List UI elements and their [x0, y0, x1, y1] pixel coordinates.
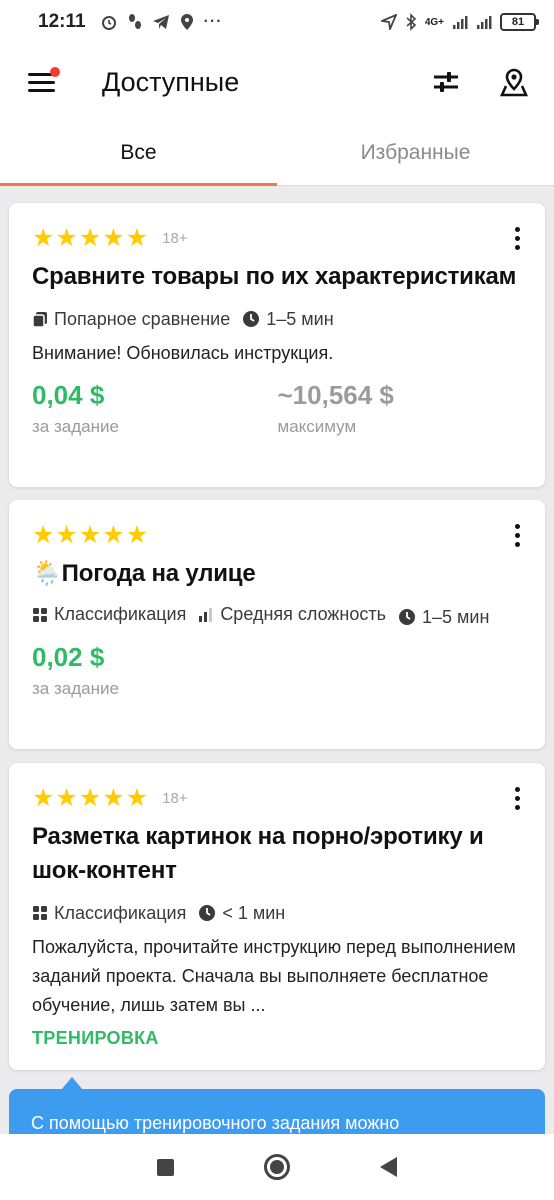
status-time: 12:11 — [38, 11, 86, 32]
task-duration: 1–5 мин — [266, 308, 334, 329]
grid-icon — [33, 906, 47, 920]
back-button[interactable] — [380, 1157, 397, 1177]
task-title: Разметка картинок на порно/эротику и шок… — [32, 823, 484, 884]
tab-all[interactable]: Все — [0, 120, 277, 186]
grid-icon — [33, 607, 47, 622]
task-type: Классификация — [54, 902, 187, 923]
star-icon: ★ — [32, 783, 55, 812]
task-price: 0,04 $ — [32, 380, 105, 410]
task-description: Пожалуйста, прочитайте инструкцию перед … — [32, 937, 516, 1015]
more-icon: ··· — [203, 13, 223, 30]
bluetooth-icon — [406, 13, 416, 31]
telegram-icon — [152, 15, 169, 29]
task-title: Сравните товары по их характеристикам — [32, 263, 517, 290]
price-label: за задание — [32, 417, 119, 436]
task-duration: < 1 мин — [222, 902, 286, 923]
task-title: 🌦️Погода на улице — [32, 560, 256, 587]
task-type: Попарное сравнение — [54, 308, 231, 329]
task-card[interactable]: ★ ★ ★ ★ ★ 18+ Разметка картинок на порно/эро… — [9, 763, 545, 1070]
tooltip-banner[interactable]: С помощью тренировочного задания можно — [9, 1089, 545, 1134]
training-badge: ТРЕНИРОВКА — [32, 1028, 159, 1048]
page-title: Доступные — [102, 66, 240, 97]
star-icon: ★ — [55, 223, 78, 252]
system-nav-bar — [0, 1134, 554, 1200]
signal-icon — [453, 16, 468, 29]
steps-icon — [128, 14, 141, 29]
clock-icon — [399, 609, 416, 625]
star-icon: ★ — [78, 520, 102, 549]
star-icon: ★ — [55, 520, 78, 549]
task-card[interactable]: ★ ★ ★ ★ ★ 18+ Сравните товары по их характер… — [9, 203, 545, 487]
max-price: ~10,564 $ — [277, 380, 394, 410]
star-icon: ★ — [78, 783, 102, 812]
star-icon: ★ — [78, 223, 102, 252]
task-card[interactable]: ★ ★ ★ ★ ★ 🌦️Погода на улице Классификация Ср… — [9, 500, 545, 749]
star-icon: ★ — [102, 520, 125, 549]
map-button[interactable] — [492, 60, 536, 104]
age-badge: 18+ — [162, 789, 188, 807]
recents-button[interactable] — [157, 1158, 174, 1176]
task-type: Классификация — [54, 604, 187, 624]
rating-stars: ★ ★ ★ ★ ★ — [32, 783, 149, 812]
app-bar: Доступные — [0, 44, 554, 120]
star-icon: ★ — [125, 520, 149, 549]
rating-stars: ★ ★ ★ ★ ★ — [32, 223, 149, 252]
clock-icon — [243, 311, 260, 327]
star-icon: ★ — [32, 223, 55, 252]
location-icon — [180, 14, 193, 30]
tabs: Все Избранные — [0, 120, 554, 186]
star-icon: ★ — [55, 783, 78, 812]
more-options-button[interactable] — [505, 783, 529, 813]
star-icon: ★ — [102, 223, 125, 252]
map-pin-icon — [500, 68, 528, 97]
filter-button[interactable] — [424, 60, 468, 104]
difficulty-icon — [199, 607, 213, 622]
rating-stars: ★ ★ ★ ★ ★ — [32, 520, 149, 549]
tab-favorites[interactable]: Избранные — [277, 120, 554, 185]
max-price-label: максимум — [277, 417, 357, 436]
battery-icon: 81 — [500, 13, 539, 31]
task-description: Внимание! Обновилась инструкция. — [32, 343, 334, 363]
network-label: 4G+ — [424, 16, 444, 28]
price-label: за задание — [32, 679, 119, 698]
signal-icon-2 — [477, 16, 492, 29]
cards-icon — [32, 312, 47, 327]
age-badge: 18+ — [162, 229, 188, 247]
menu-button[interactable] — [16, 57, 66, 107]
task-price: 0,02 $ — [32, 642, 105, 672]
star-icon: ★ — [125, 223, 149, 252]
battery-level: 81 — [511, 16, 525, 28]
star-icon: ★ — [102, 783, 125, 812]
star-icon: ★ — [125, 783, 149, 812]
task-difficulty: Средняя сложность — [220, 604, 387, 624]
clock-icon — [199, 905, 216, 921]
task-duration: 1–5 мин — [422, 606, 490, 627]
home-button[interactable] — [264, 1154, 290, 1180]
star-icon: ★ — [32, 520, 55, 549]
status-bar: 12:11 ··· 4G+ 81 — [0, 0, 554, 44]
tooltip-text: С помощью тренировочного задания можно — [31, 1113, 400, 1133]
notification-dot — [50, 67, 60, 77]
more-options-button[interactable] — [505, 223, 529, 253]
more-options-button[interactable] — [505, 520, 529, 550]
gps-icon — [380, 14, 397, 30]
alarm-icon — [101, 16, 116, 30]
sliders-icon — [434, 72, 458, 92]
